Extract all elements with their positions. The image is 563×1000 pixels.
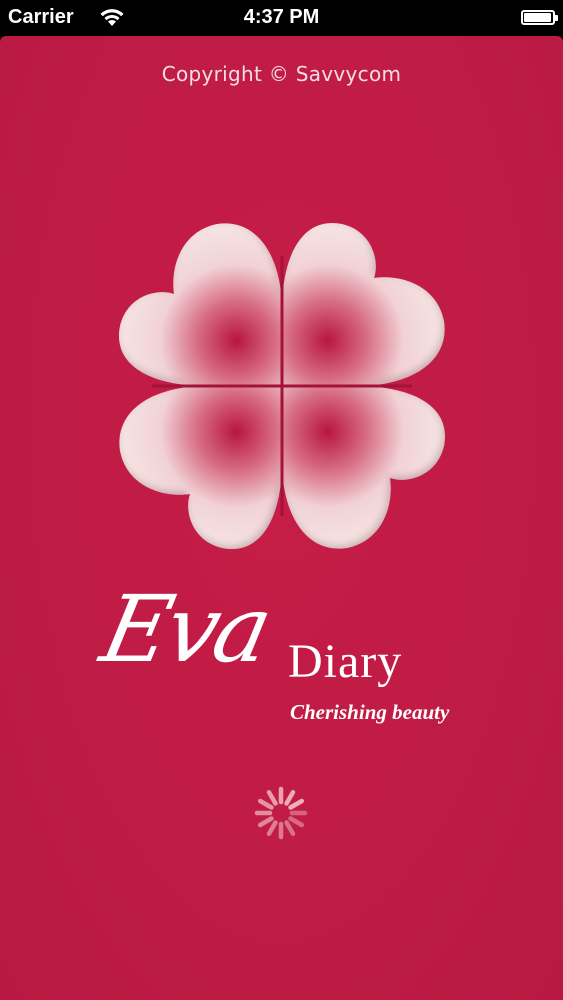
spinner-spoke [257,816,274,828]
battery-level [524,13,551,22]
copyright-text: Copyright © Savvycom [161,62,402,86]
spinner-spoke [284,820,296,837]
loading-spinner-icon [254,786,308,840]
brand-name-eva: Eva [92,576,278,683]
four-heart-clover-icon [118,222,446,550]
spinner-spoke [284,789,296,806]
spinner-spoke [266,789,278,806]
battery-icon [521,10,558,25]
brand-name-diary: Diary [288,635,403,688]
spinner-spoke [257,798,274,810]
status-bar: Carrier 4:37 PM [0,0,563,36]
spinner-spoke [288,798,305,810]
clock-time: 4:37 PM [243,6,320,28]
tagline: Cherishing beauty [290,700,450,724]
spinner-spoke [288,816,305,828]
app-screen: Carrier 4:37 PM Copyright © Savvycom Eva… [0,0,563,1000]
splash-screen: Copyright © Savvycom Eva Diary Cherishin… [0,36,563,1000]
spinner-spoke [266,820,278,837]
